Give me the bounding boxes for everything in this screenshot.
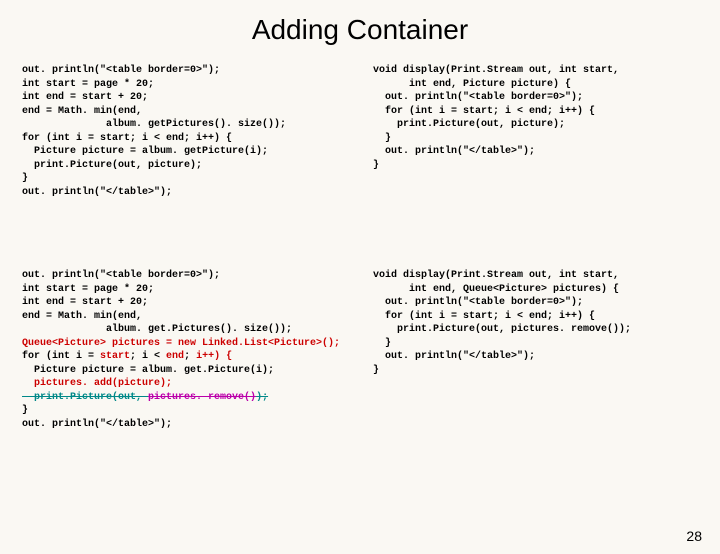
code-bl-pre: out. println("<table border=0>"); int st… [22,270,292,335]
code-bl-add-b: ); [160,378,172,389]
code-bl-queue: Queue<Picture> pictures = new Linked.Lis… [22,338,340,349]
code-bl-for-ipp: i++) { [196,351,232,362]
code-bl-post: } out. println("</table>"); [22,405,172,430]
code-bottom-right: void display(Print.Stream out, int start… [365,269,702,431]
code-bl-for-end: end [166,351,184,362]
code-bl-add-p: picture [118,378,160,389]
code-bl-pict: Picture picture = album. get.Picture(i); [22,365,274,376]
code-bl-strike2: pictures. remove() [148,392,256,403]
slide-title: Adding Container [0,14,720,46]
code-bl-for-start: start [100,351,130,362]
code-bl-strike3: ); [256,392,268,403]
code-top-left: out. println("<table border=0>"); int st… [22,64,359,199]
page-number: 28 [686,528,702,544]
code-bl-for-b: ; i < [130,351,166,362]
code-top-right: void display(Print.Stream out, int start… [365,64,702,199]
code-bl-for-c: ; [184,351,196,362]
code-bottom-left: out. println("<table border=0>"); int st… [22,269,359,431]
code-bl-strike1: print.Picture(out, [22,392,148,403]
quadrant-grid: out. println("<table border=0>"); int st… [0,64,720,431]
code-bl-for-a: for (int i = [22,351,100,362]
code-bl-add-a: pictures. add( [22,378,118,389]
